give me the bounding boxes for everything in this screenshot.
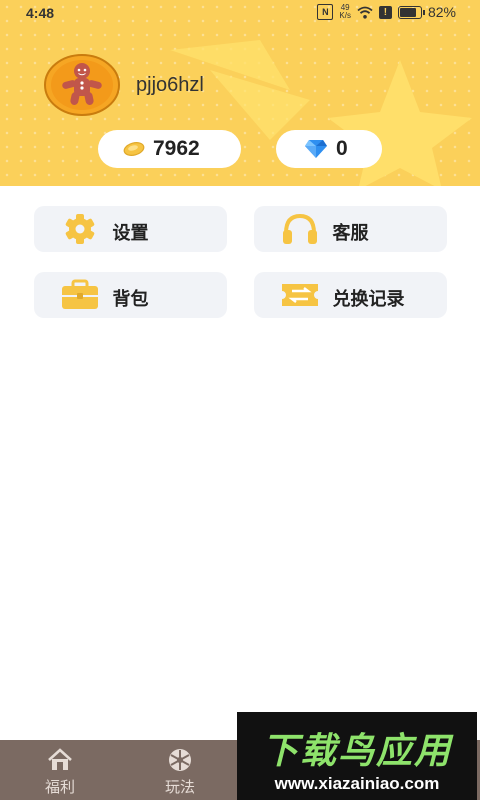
battery-fill [399, 7, 417, 17]
battery-icon [397, 5, 425, 19]
battery-tip [422, 9, 425, 15]
backpack-label: 背包 [112, 289, 149, 309]
nfc-icon: N [317, 4, 334, 20]
exchange-records-label: 兑换记录 [332, 289, 405, 309]
settings-button[interactable]: 设置 [34, 206, 227, 252]
wheel-icon [169, 749, 191, 771]
status-icons: N 49 K/s ! 82% [317, 4, 456, 20]
username: pjjo6hzl [136, 74, 204, 96]
network-speed: 49 K/s [339, 4, 351, 20]
coin-balance[interactable]: 7962 [98, 130, 241, 168]
diamond-icon [305, 140, 327, 158]
status-time: 4:48 [26, 5, 55, 21]
watermark-url: www.xiazainiao.com [274, 774, 440, 793]
gem-count: 0 [336, 137, 348, 160]
nav-tab-play[interactable]: 玩法 [150, 740, 210, 800]
nav-tab-welfare[interactable]: 福利 [30, 740, 90, 800]
network-speed-unit: K/s [339, 11, 351, 20]
wifi-icon [357, 6, 373, 19]
nav-label-welfare: 福利 [44, 779, 75, 796]
watermark-title: 下载鸟应用 [261, 730, 452, 771]
alert-icon: ! [378, 5, 392, 19]
customer-service-button[interactable]: 客服 [254, 206, 447, 252]
gingerbread-man-icon[interactable] [44, 54, 120, 116]
gem-balance[interactable]: 0 [276, 130, 382, 168]
watermark-overlay: 下载鸟应用 www.xiazainiao.com [237, 712, 477, 800]
battery-percent: 82% [427, 4, 456, 20]
profile-header: 4:48 N 49 K/s ! 82% pjjo6hzl 7962 0 [0, 0, 480, 186]
nav-label-play: 玩法 [164, 779, 195, 796]
customer-service-label: 客服 [332, 223, 369, 243]
coin-count: 7962 [153, 137, 200, 160]
exchange-records-button[interactable]: 兑换记录 [254, 272, 447, 318]
settings-label: 设置 [112, 223, 149, 243]
coin-icon [123, 142, 145, 156]
status-bar: 4:48 N 49 K/s ! 82% [0, 0, 480, 28]
home-icon [48, 748, 72, 770]
backpack-button[interactable]: 背包 [34, 272, 227, 318]
